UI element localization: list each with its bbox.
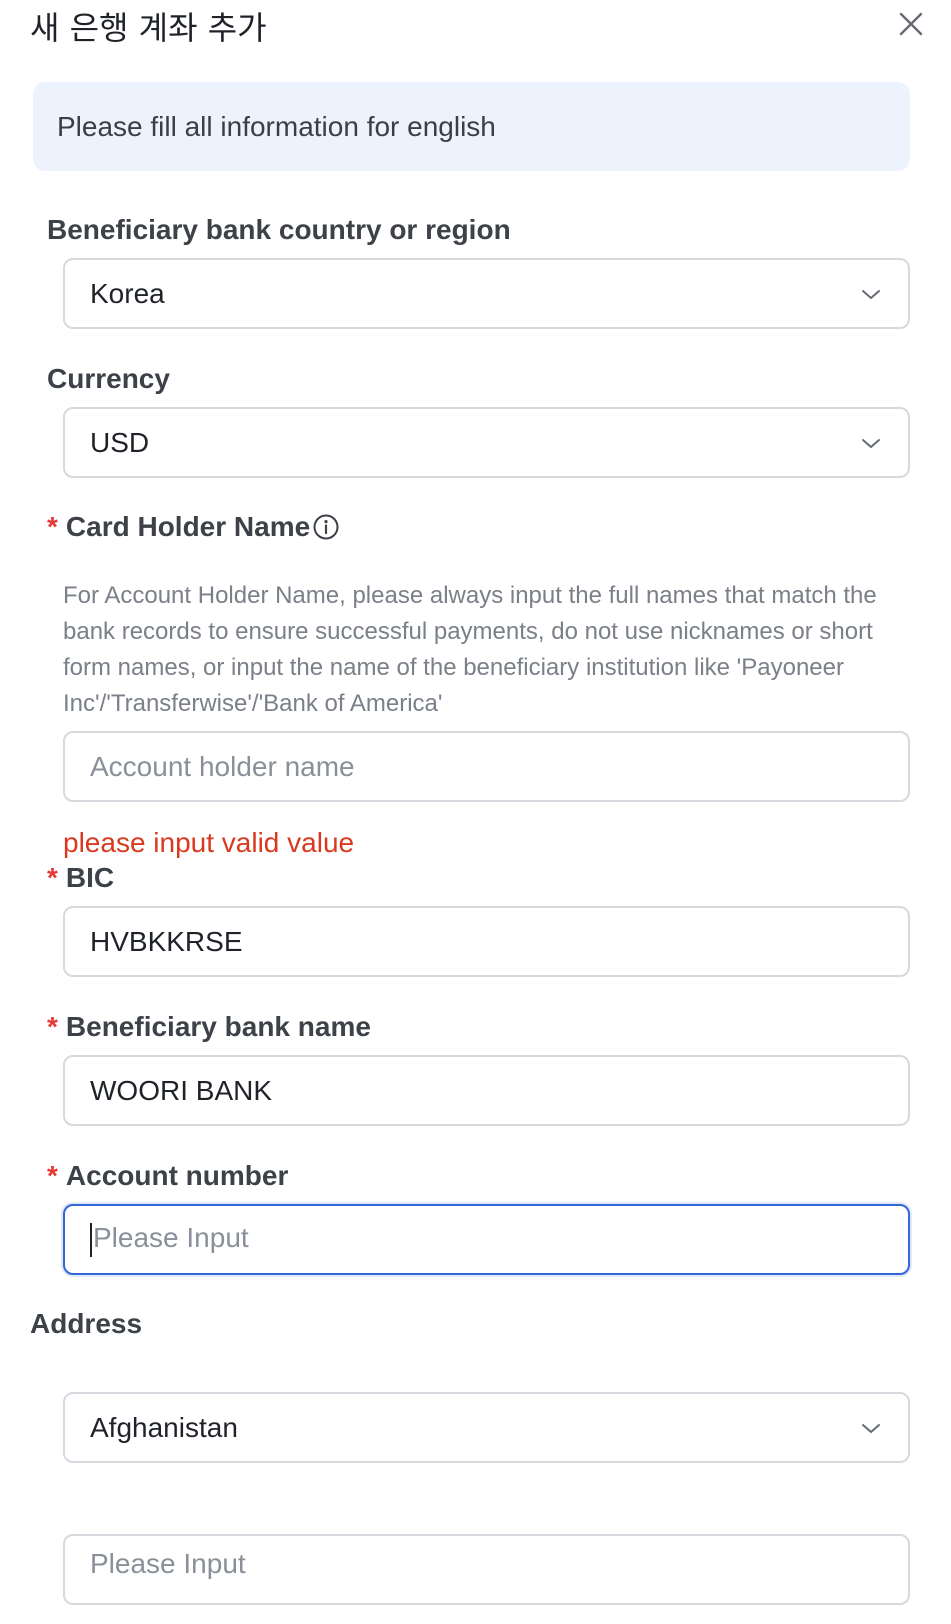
card-holder-input[interactable]: Account holder name — [63, 731, 910, 802]
account-number-label: * Account number — [47, 1160, 289, 1191]
chevron-down-icon — [860, 1417, 882, 1439]
required-mark: * — [47, 1160, 58, 1191]
bank-name-label: * Beneficiary bank name — [47, 1011, 371, 1042]
chevron-down-icon — [860, 283, 882, 305]
currency-select-value: USD — [90, 426, 150, 458]
card-holder-placeholder: Account holder name — [90, 750, 355, 782]
modal-title: 새 은행 계좌 추가 — [30, 9, 267, 47]
currency-label: Currency — [47, 363, 170, 394]
card-holder-label: * Card Holder Name — [47, 509, 340, 545]
bank-name-value: WOORI BANK — [90, 1074, 273, 1106]
country-select-value: Korea — [90, 277, 165, 309]
close-icon — [899, 12, 923, 36]
country-select[interactable]: Korea — [63, 258, 910, 329]
required-mark: * — [47, 1011, 58, 1042]
notice-text: Please fill all information for english — [57, 110, 496, 142]
text-caret — [90, 1222, 92, 1257]
country-label: Beneficiary bank country or region — [47, 214, 511, 245]
bank-name-input[interactable]: WOORI BANK — [63, 1055, 910, 1126]
card-holder-error: please input valid value — [63, 827, 355, 858]
bic-label: * BIC — [47, 862, 115, 893]
required-mark: * — [47, 862, 58, 893]
address-line-placeholder: Please Input — [90, 1548, 246, 1579]
close-button[interactable] — [896, 9, 926, 39]
account-number-placeholder: Please Input — [90, 1222, 908, 1257]
card-holder-help-text: For Account Holder Name, please always i… — [63, 582, 877, 717]
address-label: Address — [30, 1308, 143, 1339]
bic-value: HVBKKRSE — [90, 925, 243, 957]
address-country-select[interactable]: Afghanistan — [63, 1392, 910, 1463]
address-line-input[interactable]: Please Input — [63, 1534, 910, 1605]
chevron-down-icon — [860, 432, 882, 454]
bic-input[interactable]: HVBKKRSE — [63, 906, 910, 977]
currency-select[interactable]: USD — [63, 407, 910, 478]
info-notice: Please fill all information for english — [33, 82, 910, 171]
account-number-input[interactable]: Please Input — [63, 1204, 910, 1275]
address-country-value: Afghanistan — [90, 1411, 238, 1443]
info-icon[interactable] — [312, 513, 340, 541]
required-mark: * — [47, 511, 58, 542]
